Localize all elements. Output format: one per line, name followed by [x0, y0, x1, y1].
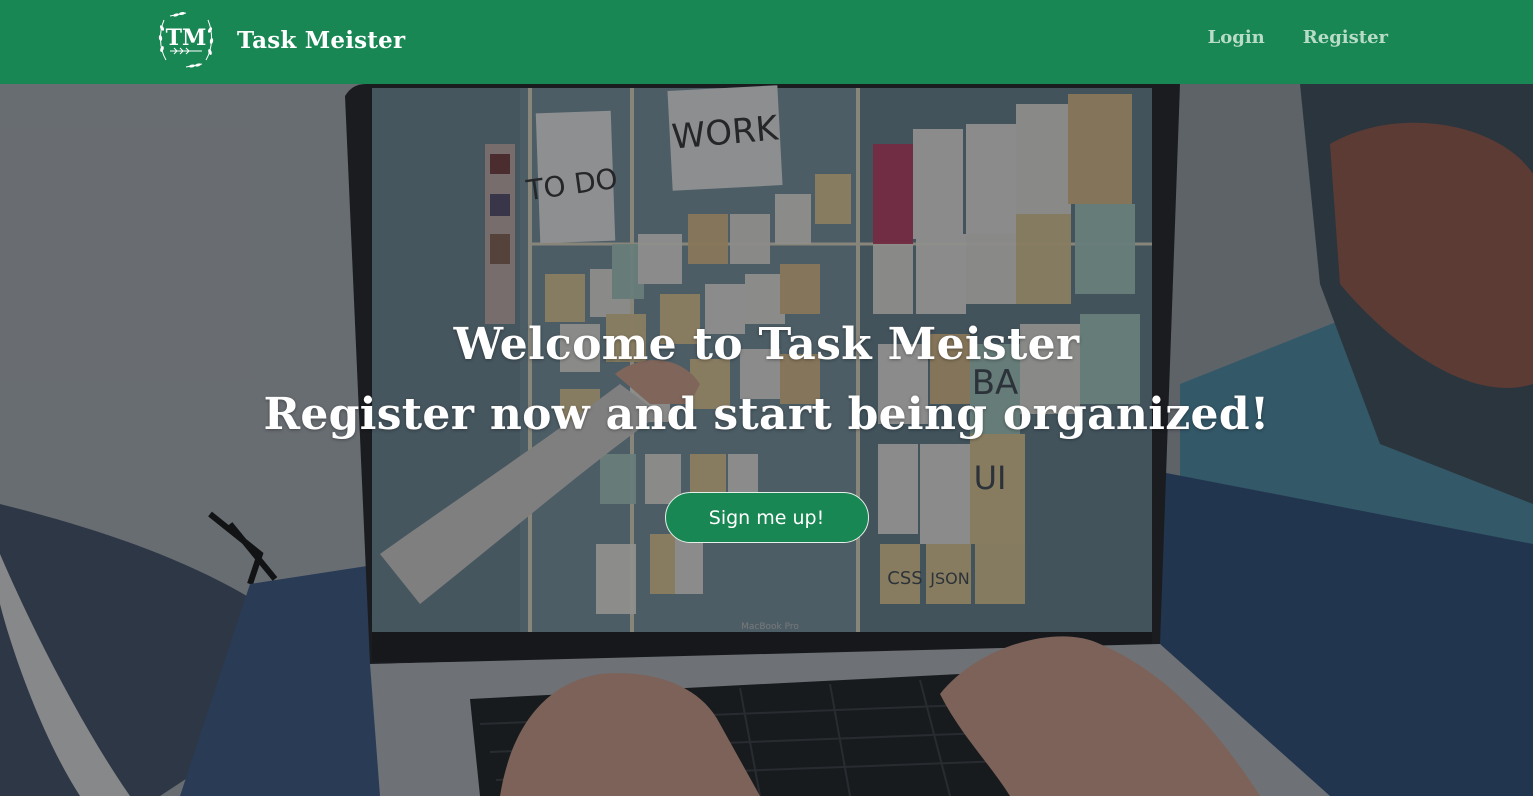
hero-headline-line2: Register now and start being organized! [263, 389, 1270, 440]
login-link[interactable]: Login [1208, 26, 1265, 50]
sign-up-button[interactable]: Sign me up! [664, 492, 869, 543]
nav-links: Login Register [1208, 26, 1388, 50]
hero-section: TO DO WORK [0, 84, 1533, 796]
hero-headline-line1: Welcome to Task Meister [453, 319, 1080, 370]
hero-headline: Welcome to Task Meister Register now and… [0, 310, 1533, 450]
logo-monogram: TM [166, 25, 207, 51]
register-link[interactable]: Register [1303, 26, 1388, 50]
brand-link[interactable]: TM Task Meister [156, 10, 405, 70]
leaf-wreath-logo-icon: TM [158, 12, 214, 68]
navbar: TM Task Meister Login Register [0, 0, 1533, 84]
brand-name: Task Meister [237, 26, 406, 54]
hero-content: Welcome to Task Meister Register now and… [0, 310, 1533, 543]
